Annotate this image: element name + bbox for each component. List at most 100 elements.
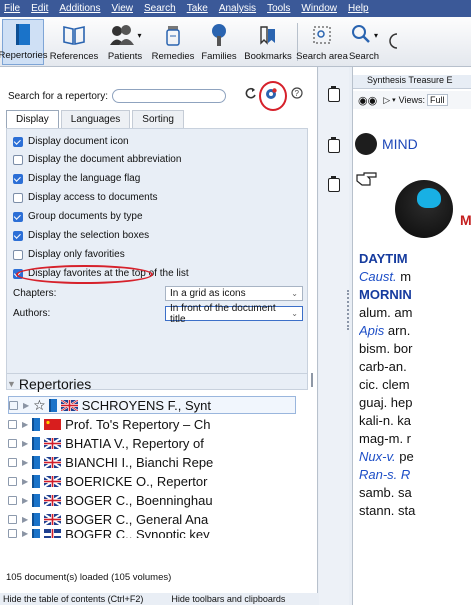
rubric-line[interactable]: samb. sa (359, 484, 471, 502)
tree-row[interactable]: ▶ ☆ SCHROYENS F., Synt (8, 396, 296, 414)
menu-view[interactable]: View (112, 3, 134, 14)
expand-arrow-icon[interactable]: ▶ (22, 420, 28, 429)
rubric-line[interactable]: carb-an. (359, 358, 471, 376)
row-checkbox[interactable] (8, 476, 17, 486)
binoculars-icon[interactable]: ◉◉ (358, 94, 377, 107)
views-select[interactable]: Full (427, 94, 448, 106)
tree-row[interactable]: ▶ BOERICKE O., Repertor (8, 472, 296, 490)
checkbox[interactable] (13, 211, 23, 222)
option-display-language-flag[interactable]: Display the language flag (13, 173, 140, 184)
row-checkbox[interactable] (8, 457, 17, 467)
splitter-grip[interactable] (347, 290, 349, 330)
menu-additions[interactable]: Additions (59, 3, 100, 14)
option-group-by-type[interactable]: Group documents by type (13, 211, 143, 222)
option-display-selection-boxes[interactable]: Display the selection boxes (13, 230, 149, 241)
clipboard-2-icon[interactable] (328, 137, 340, 153)
chapters-select[interactable]: In a grid as icons ⌄ (165, 286, 303, 301)
option-display-access[interactable]: Display access to documents (13, 192, 158, 203)
families-button[interactable]: Families (198, 19, 240, 65)
rubric-line[interactable]: Apis arn. (359, 322, 471, 340)
tree-row[interactable]: ▶ BOGER C., Boenninghau (8, 491, 296, 509)
cursor-icon[interactable]: ▷ (383, 95, 390, 106)
row-checkbox[interactable] (8, 495, 17, 505)
collapse-triangle-icon[interactable]: ▼ (7, 379, 16, 389)
refresh-icon[interactable] (245, 87, 257, 99)
rubric-line[interactable]: stann. sta (359, 502, 471, 520)
repertories-button[interactable]: Repertories (0, 19, 48, 65)
expand-arrow-icon[interactable]: ▶ (22, 477, 28, 486)
expand-arrow-icon[interactable]: ▶ (22, 439, 28, 448)
repertory-search-input[interactable] (112, 89, 227, 103)
expand-arrow-icon[interactable]: ▶ (22, 529, 28, 538)
expand-arrow-icon[interactable]: ▶ (23, 401, 29, 410)
rubric-line[interactable]: Nux-v. pe (359, 448, 471, 466)
menu-help[interactable]: Help (348, 3, 369, 14)
clipboard-3-icon[interactable] (328, 176, 340, 192)
patients-dropdown-icon[interactable]: ▾ (137, 31, 141, 40)
tree-row[interactable]: ▶ BOGER C., Synoptic key (8, 529, 296, 538)
row-checkbox[interactable] (8, 419, 17, 429)
views-dropdown-icon[interactable]: ▾ (392, 96, 396, 104)
checkbox[interactable] (13, 192, 23, 203)
tree-header[interactable]: ▼ Repertories (7, 376, 91, 392)
row-checkbox[interactable] (8, 514, 17, 524)
menu-search[interactable]: Search (144, 3, 176, 14)
remedy-plain: m (396, 269, 412, 284)
menu-take[interactable]: Take (187, 3, 208, 14)
checkbox[interactable] (13, 230, 23, 241)
menu-analysis[interactable]: Analysis (219, 3, 256, 14)
pointing-hand-icon[interactable] (356, 171, 378, 187)
document-tab[interactable]: Synthesis Treasure E (353, 75, 471, 89)
tree-row[interactable]: ▶ Prof. To's Repertory – Ch (8, 415, 296, 433)
patients-button[interactable]: ▾ Patients (102, 19, 148, 65)
search-button[interactable]: ▾ Search (344, 19, 384, 65)
option-display-document-icon[interactable]: Display document icon (13, 136, 129, 147)
tree-row[interactable]: ▶ BIANCHI I., Bianchi Repe (8, 453, 296, 471)
checkbox[interactable] (13, 249, 23, 260)
rubric-line[interactable]: guaj. hep (359, 394, 471, 412)
rubric-line[interactable]: MORNIN (359, 286, 471, 304)
help-icon[interactable]: ? (291, 87, 303, 99)
tab-sorting[interactable]: Sorting (132, 110, 184, 128)
row-checkbox[interactable] (9, 400, 18, 410)
references-button[interactable]: References (48, 19, 100, 65)
menu-window[interactable]: Window (301, 3, 337, 14)
rubric-line[interactable]: bism. bor (359, 340, 471, 358)
option-display-only-favorites[interactable]: Display only favorities (13, 249, 125, 260)
authors-select[interactable]: In front of the document title ⌄ (165, 303, 303, 325)
rubric-line[interactable]: kali-n. ka (359, 412, 471, 430)
clipboard-1-icon[interactable] (328, 86, 340, 102)
option-display-abbreviation[interactable]: Display the document abbreviation (13, 154, 181, 165)
menu-tools[interactable]: Tools (267, 3, 290, 14)
hide-toolbars-link[interactable]: Hide toolbars and clipboards (171, 594, 285, 604)
checkbox[interactable] (13, 173, 23, 184)
rubric-line[interactable]: Ran-s. R (359, 466, 471, 484)
tree-row[interactable]: ▶ BOGER C., General Ana (8, 510, 296, 528)
bookmarks-button[interactable]: Bookmarks (242, 19, 294, 65)
rubric-line[interactable]: Caust. m (359, 268, 471, 286)
tree-row[interactable]: ▶ BHATIA V., Repertory of (8, 434, 296, 452)
hide-toc-link[interactable]: Hide the table of contents (Ctrl+F2) (3, 594, 143, 604)
chapter-mind[interactable]: MIND (355, 133, 418, 155)
ribbon-partial-button[interactable] (384, 19, 404, 65)
checkbox[interactable] (13, 154, 23, 165)
rubric-line[interactable]: DAYTIM (359, 250, 471, 268)
search-area-button[interactable]: Search area (296, 19, 348, 65)
menu-file[interactable]: File (4, 3, 20, 14)
favorite-star-icon[interactable]: ☆ (33, 397, 46, 413)
checkbox[interactable] (13, 136, 23, 147)
rubric-line[interactable]: alum. am (359, 304, 471, 322)
rubric-line[interactable]: mag-m. r (359, 430, 471, 448)
expand-arrow-icon[interactable]: ▶ (22, 458, 28, 467)
remedies-button[interactable]: Remedies (150, 19, 196, 65)
row-checkbox[interactable] (8, 438, 17, 448)
tab-display[interactable]: Display (6, 110, 59, 128)
tree-scrollbar[interactable] (311, 373, 313, 387)
search-dropdown-icon[interactable]: ▾ (374, 31, 378, 40)
expand-arrow-icon[interactable]: ▶ (22, 515, 28, 524)
row-checkbox[interactable] (8, 529, 17, 538)
menu-edit[interactable]: Edit (31, 3, 48, 14)
tab-languages[interactable]: Languages (60, 110, 131, 128)
rubric-line[interactable]: cic. clem (359, 376, 471, 394)
expand-arrow-icon[interactable]: ▶ (22, 496, 28, 505)
